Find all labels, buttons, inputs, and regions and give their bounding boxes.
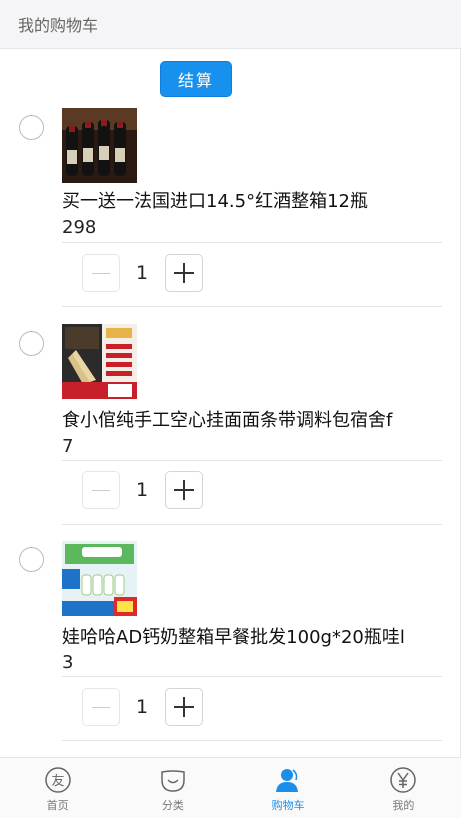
- product-image[interactable]: [62, 108, 137, 183]
- select-radio[interactable]: [19, 547, 44, 572]
- decrease-button[interactable]: [82, 471, 120, 509]
- increase-button[interactable]: [165, 471, 203, 509]
- svg-text:友: 友: [51, 773, 64, 789]
- divider: [62, 524, 442, 525]
- divider: [62, 676, 442, 677]
- divider: [62, 242, 442, 243]
- decrease-button[interactable]: [82, 254, 120, 292]
- decrease-button[interactable]: [82, 688, 120, 726]
- tab-label: 分类: [161, 799, 184, 812]
- tab-mine[interactable]: 我的: [346, 758, 461, 818]
- tab-category[interactable]: 分类: [115, 758, 230, 818]
- product-name[interactable]: 食小倌纯手工空心挂面面条带调料包宿舍f: [62, 406, 442, 432]
- product-price: 3: [62, 652, 74, 673]
- checkout-button[interactable]: 结算: [160, 61, 232, 97]
- top-bar: 我的购物车: [0, 0, 461, 49]
- product-image[interactable]: [62, 541, 137, 616]
- increase-button[interactable]: [165, 688, 203, 726]
- tab-home[interactable]: 友 首页: [0, 758, 115, 818]
- cart-list[interactable]: 结算 买一送一法国进口14.5°红酒整箱12瓶 298 1 食小倌纯手工空心挂面…: [0, 49, 461, 757]
- tab-cart[interactable]: 购物车: [231, 758, 346, 818]
- divider: [62, 460, 442, 461]
- select-radio[interactable]: [19, 115, 44, 140]
- quantity-value: 1: [135, 262, 149, 284]
- yen-icon: [389, 766, 417, 794]
- divider: [62, 740, 442, 741]
- quantity-value: 1: [135, 696, 149, 718]
- page-title: 我的购物车: [18, 16, 99, 35]
- increase-button[interactable]: [165, 254, 203, 292]
- smile-icon: [159, 766, 187, 794]
- product-image[interactable]: [62, 324, 137, 399]
- divider: [62, 306, 442, 307]
- tab-label: 我的: [392, 799, 415, 812]
- select-radio[interactable]: [19, 331, 44, 356]
- quantity-value: 1: [135, 479, 149, 501]
- friend-icon: 友: [44, 766, 72, 794]
- user-icon: [274, 766, 302, 794]
- product-name[interactable]: 买一送一法国进口14.5°红酒整箱12瓶: [62, 187, 442, 213]
- tab-label: 首页: [46, 799, 69, 812]
- product-price: 298: [62, 217, 97, 238]
- tab-label: 购物车: [271, 799, 305, 812]
- bottom-tab-bar: 友 首页 分类 购物车 我的: [0, 757, 461, 818]
- product-price: 7: [62, 436, 74, 457]
- product-name[interactable]: 娃哈哈AD钙奶整箱早餐批发100g*20瓶哇l: [62, 623, 442, 649]
